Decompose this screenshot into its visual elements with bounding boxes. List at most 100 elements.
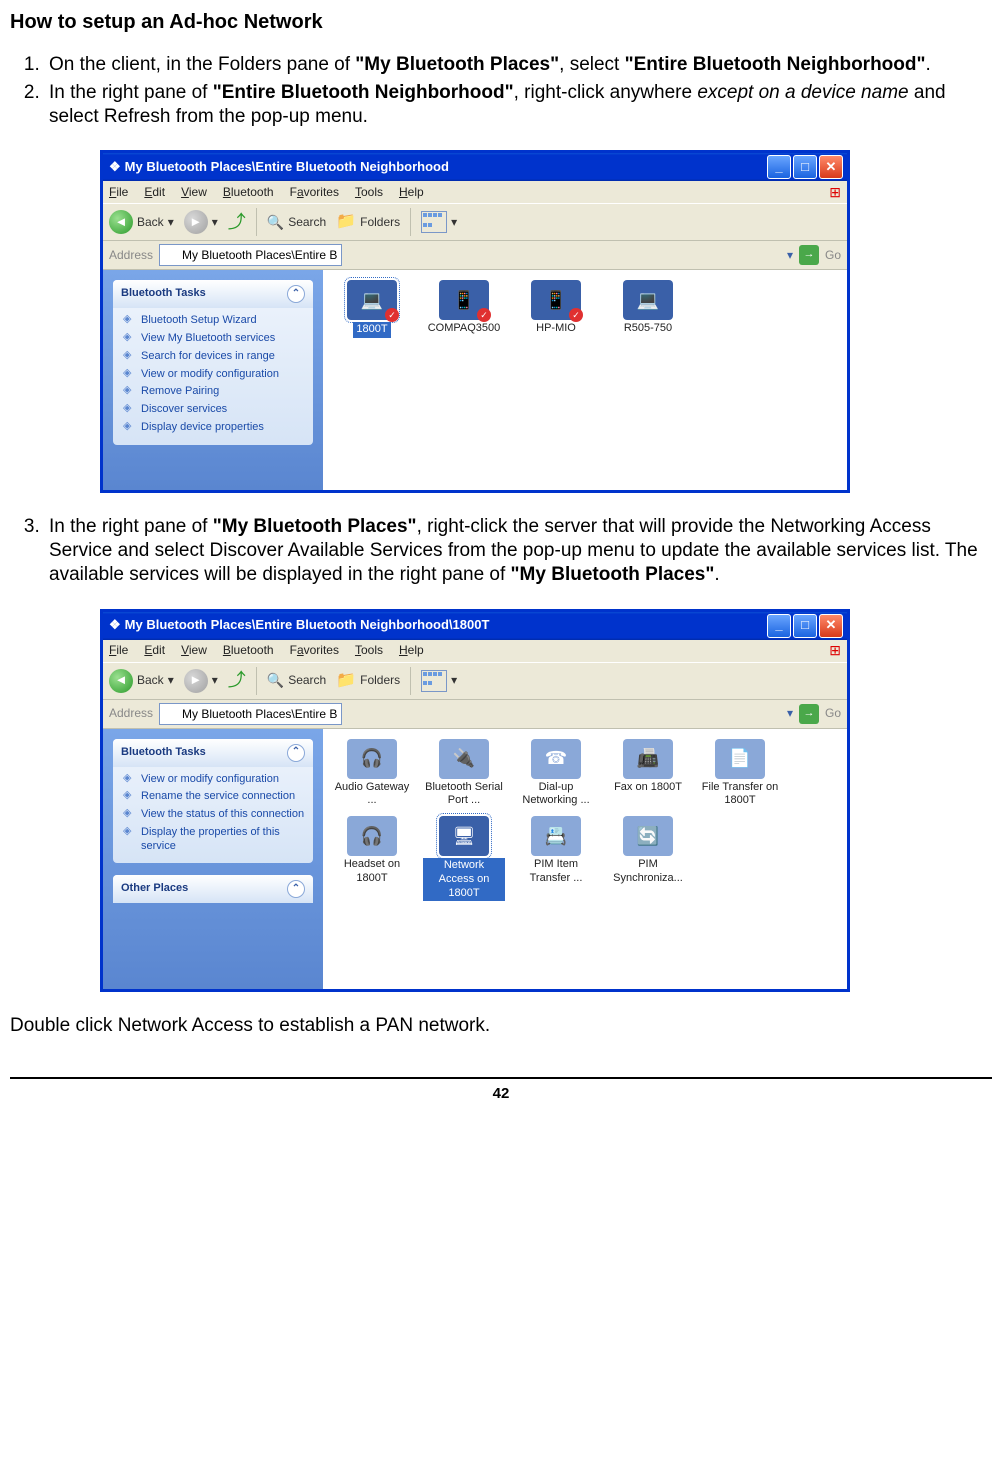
service-item[interactable]: 🔄PIM Synchroniza... <box>607 816 689 901</box>
toolbar: ◄Back ▾ ► ▾ ⤴ 🔍Search 📁Folders ▾ <box>103 663 847 700</box>
menubar: File Edit View Bluetooth Favorites Tools… <box>103 181 847 204</box>
menu-tools[interactable]: Tools <box>355 185 383 200</box>
forward-icon: ► <box>184 210 208 234</box>
task-item[interactable]: View or modify configuration <box>121 771 305 789</box>
task-item[interactable]: Discover services <box>121 401 305 419</box>
address-dropdown-icon[interactable]: ▾ <box>787 706 793 721</box>
menu-edit[interactable]: Edit <box>144 643 165 658</box>
device-item[interactable]: 📱✓ HP-MIO <box>515 280 597 338</box>
content-pane[interactable]: 💻✓ 1800T 📱✓ COMPAQ3500 📱✓ HP-MIO 💻 R505-… <box>323 270 847 490</box>
task-item[interactable]: Remove Pairing <box>121 383 305 401</box>
task-item[interactable]: Rename the service connection <box>121 788 305 806</box>
service-item[interactable]: 📠 Fax on 1800T <box>607 739 689 809</box>
device-item[interactable]: 📱✓ COMPAQ3500 <box>423 280 505 338</box>
collapse-icon[interactable]: ⌃ <box>287 744 305 762</box>
close-button[interactable]: ✕ <box>819 614 843 638</box>
back-icon: ◄ <box>109 210 133 234</box>
service-item[interactable]: 📄File Transfer on 1800T <box>699 739 781 809</box>
go-label: Go <box>825 248 841 263</box>
audio-icon: 🎧 <box>347 739 397 779</box>
menu-help[interactable]: Help <box>399 185 424 200</box>
step3-b1: "My Bluetooth Places" <box>213 516 417 537</box>
task-item[interactable]: Display device properties <box>121 419 305 437</box>
service-item[interactable]: 🎧Headset on 1800T <box>331 816 413 901</box>
menu-view[interactable]: View <box>181 185 207 200</box>
fax-icon: 📠 <box>623 739 673 779</box>
back-button[interactable]: ◄Back ▾ <box>109 669 174 693</box>
serial-port-icon: 🔌 <box>439 739 489 779</box>
task-item[interactable]: Display the properties of this service <box>121 824 305 856</box>
close-button[interactable]: ✕ <box>819 155 843 179</box>
task-item[interactable]: View or modify configuration <box>121 366 305 384</box>
task-item[interactable]: View the status of this connection <box>121 806 305 824</box>
device-item[interactable]: 💻✓ 1800T <box>331 280 413 338</box>
menu-favorites[interactable]: Favorites <box>290 643 339 658</box>
folders-button[interactable]: 📁Folders <box>336 671 400 691</box>
views-button[interactable]: ▾ <box>421 670 457 692</box>
menu-file[interactable]: File <box>109 185 128 200</box>
address-dropdown-icon[interactable]: ▾ <box>787 248 793 263</box>
collapse-icon[interactable]: ⌃ <box>287 880 305 898</box>
up-icon[interactable]: ⤴ <box>228 669 246 692</box>
device-label: R505-750 <box>624 322 672 334</box>
paired-badge-icon: ✓ <box>569 308 583 322</box>
task-item[interactable]: Search for devices in range <box>121 348 305 366</box>
xp-window-2: ❖ My Bluetooth Places\Entire Bluetooth N… <box>100 609 850 992</box>
address-bar: Address ❖ ▾ → Go <box>103 700 847 729</box>
service-item[interactable]: 📇PIM Item Transfer ... <box>515 816 597 901</box>
other-places-panel: Other Places ⌃ <box>113 875 313 903</box>
service-label: File Transfer on 1800T <box>702 781 778 807</box>
address-input[interactable] <box>159 244 342 266</box>
service-label: Fax on 1800T <box>614 781 682 793</box>
service-item[interactable]: 🔌Bluetooth Serial Port ... <box>423 739 505 809</box>
file-transfer-icon: 📄 <box>715 739 765 779</box>
service-item[interactable]: 🎧Audio Gateway ... <box>331 739 413 809</box>
task-item[interactable]: Bluetooth Setup Wizard <box>121 312 305 330</box>
service-item[interactable]: ☎Dial-up Networking ... <box>515 739 597 809</box>
tasks-header[interactable]: Bluetooth Tasks ⌃ <box>113 739 313 767</box>
pda-icon: 📱✓ <box>531 280 581 320</box>
menu-bluetooth[interactable]: Bluetooth <box>223 185 274 200</box>
menu-edit[interactable]: Edit <box>144 185 165 200</box>
task-item[interactable]: View My Bluetooth services <box>121 330 305 348</box>
step-2: In the right pane of "Entire Bluetooth N… <box>45 81 992 129</box>
forward-icon: ► <box>184 669 208 693</box>
search-button[interactable]: 🔍Search <box>267 672 326 690</box>
device-item[interactable]: 💻 R505-750 <box>607 280 689 338</box>
tasks-pane: Bluetooth Tasks ⌃ View or modify configu… <box>103 729 323 989</box>
up-icon[interactable]: ⤴ <box>228 211 246 234</box>
maximize-button[interactable]: □ <box>793 614 817 638</box>
service-label: Dial-up Networking ... <box>522 781 589 807</box>
folders-button[interactable]: 📁Folders <box>336 212 400 232</box>
menubar: File Edit View Bluetooth Favorites Tools… <box>103 640 847 663</box>
service-item[interactable]: 🖥Network Access on 1800T <box>423 816 505 901</box>
menu-tools[interactable]: Tools <box>355 643 383 658</box>
menu-file[interactable]: File <box>109 643 128 658</box>
maximize-button[interactable]: □ <box>793 155 817 179</box>
minimize-button[interactable]: _ <box>767 155 791 179</box>
minimize-button[interactable]: _ <box>767 614 791 638</box>
menu-bluetooth[interactable]: Bluetooth <box>223 643 274 658</box>
menu-help[interactable]: Help <box>399 643 424 658</box>
forward-button[interactable]: ► ▾ <box>184 669 218 693</box>
windows-flag-icon: ⊞ <box>829 642 841 660</box>
tasks-header[interactable]: Bluetooth Tasks ⌃ <box>113 280 313 308</box>
page-number: 42 <box>10 1085 992 1104</box>
go-button[interactable]: → <box>799 245 819 265</box>
headset-icon: 🎧 <box>347 816 397 856</box>
step1-b1: "My Bluetooth Places" <box>355 54 559 75</box>
views-button[interactable]: ▾ <box>421 211 457 233</box>
address-input[interactable] <box>159 703 342 725</box>
other-places-header[interactable]: Other Places ⌃ <box>113 875 313 903</box>
device-label: HP-MIO <box>536 322 576 334</box>
titlebar[interactable]: ❖ My Bluetooth Places\Entire Bluetooth N… <box>103 153 847 181</box>
content-pane[interactable]: 🎧Audio Gateway ... 🔌Bluetooth Serial Por… <box>323 729 847 989</box>
titlebar[interactable]: ❖ My Bluetooth Places\Entire Bluetooth N… <box>103 612 847 640</box>
go-button[interactable]: → <box>799 704 819 724</box>
menu-favorites[interactable]: Favorites <box>290 185 339 200</box>
back-button[interactable]: ◄Back ▾ <box>109 210 174 234</box>
collapse-icon[interactable]: ⌃ <box>287 285 305 303</box>
search-button[interactable]: 🔍Search <box>267 214 326 232</box>
forward-button[interactable]: ► ▾ <box>184 210 218 234</box>
menu-view[interactable]: View <box>181 643 207 658</box>
